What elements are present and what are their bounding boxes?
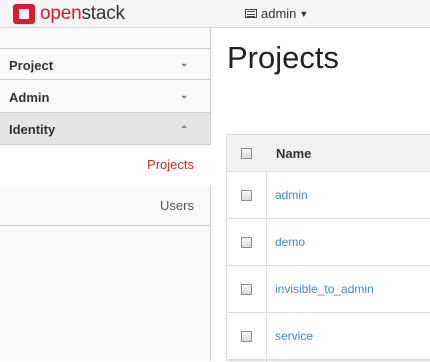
row-checkbox[interactable] xyxy=(241,284,252,295)
sidebar-item-admin[interactable]: Admin ⌄ xyxy=(0,81,210,113)
chevron-down-icon: ⌄ xyxy=(180,58,189,69)
chevron-up-icon: ⌃ xyxy=(180,125,189,136)
select-all-checkbox[interactable] xyxy=(241,148,252,159)
table-row: admin xyxy=(227,172,430,219)
projects-table: Name admin demo invisible_to_admin servi… xyxy=(226,134,430,362)
openstack-logo-icon xyxy=(13,4,35,24)
table-header: Name xyxy=(227,135,430,172)
user-menu-dropdown[interactable]: admin ▼ xyxy=(245,6,308,21)
user-card-icon xyxy=(245,9,257,18)
page-title: Projects xyxy=(227,40,339,75)
table-row: invisible_to_admin xyxy=(227,266,430,313)
sidebar-subitem-users[interactable]: Users xyxy=(0,186,210,226)
row-checkbox[interactable] xyxy=(241,190,252,201)
caret-down-icon: ▼ xyxy=(299,8,309,19)
project-link[interactable]: service xyxy=(275,329,313,343)
project-link[interactable]: invisible_to_admin xyxy=(275,282,374,296)
project-link[interactable]: admin xyxy=(275,188,308,202)
openstack-logo[interactable]: openstack xyxy=(13,3,125,25)
user-menu-label: admin xyxy=(261,6,297,21)
logo-text: openstack xyxy=(40,3,125,24)
project-link[interactable]: demo xyxy=(275,235,305,249)
row-checkbox[interactable] xyxy=(241,237,252,248)
sidebar-subitem-projects[interactable]: Projects xyxy=(0,145,211,185)
table-row: service xyxy=(227,313,430,360)
column-header-name[interactable]: Name xyxy=(276,146,311,161)
chevron-down-icon: ⌄ xyxy=(180,90,189,101)
sidebar-item-project[interactable]: Project ⌄ xyxy=(0,48,210,80)
sidebar-item-identity[interactable]: Identity ⌃ xyxy=(0,113,210,145)
row-checkbox[interactable] xyxy=(241,331,252,342)
table-row: demo xyxy=(227,219,430,266)
sidebar: Project ⌄ Admin ⌄ Identity ⌃ Projects Us… xyxy=(0,28,211,361)
top-bar: openstack admin ▼ xyxy=(0,0,430,28)
